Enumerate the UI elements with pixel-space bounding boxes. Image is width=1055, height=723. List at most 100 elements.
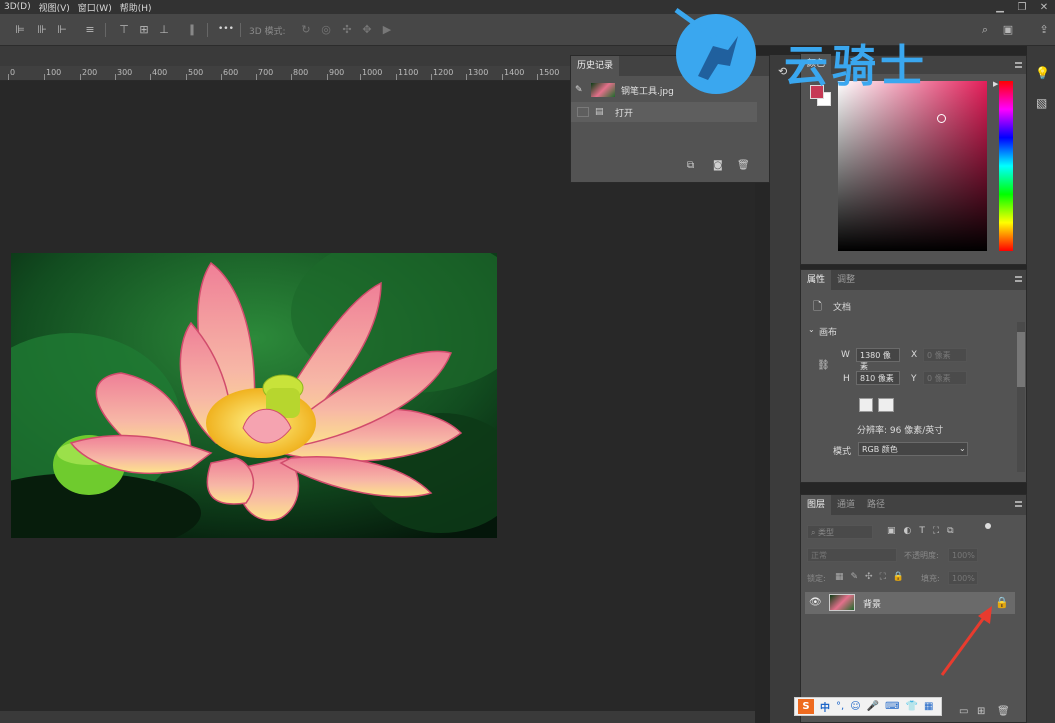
restore-icon[interactable]: ❐ [1011,2,1033,13]
search-icon[interactable]: ⌕ [979,24,991,36]
height-field[interactable]: 810 像素 [856,371,900,385]
tab-channels[interactable]: 通道 [831,495,861,515]
libraries-icon[interactable]: ▧ [1036,96,1047,110]
share-icon[interactable]: ⇪ [1038,24,1050,36]
panel-menu-icon[interactable] [1015,276,1022,282]
layer-filter-icons[interactable]: ▣◐T⛶⧉ [887,526,962,536]
camera-icon[interactable]: ◙ [713,160,723,171]
distribute-icon[interactable]: ≡ [84,24,96,36]
distribute-v-icon[interactable]: ∥ [186,24,198,36]
ruler-tick-mark [431,74,432,80]
camera-3d-icon[interactable]: ▶ [381,24,393,36]
align-center-icon[interactable]: ⊪ [36,24,48,36]
orbit-3d-icon[interactable]: ↻ [300,24,312,36]
history-snapshot[interactable]: ✎ 钢笔工具.jpg [571,80,757,100]
ruler-tick: 0 [10,68,16,77]
properties-panel: 属性 调整 🗋 文档 ⌄ 画布 W 1380 像素 X 0 像素 ⛓ H 810… [800,269,1027,483]
align-bottom-icon[interactable]: ⊥ [158,24,170,36]
trash-icon[interactable]: 🗑 [997,706,1010,717]
trash-icon[interactable]: 🗑 [737,160,750,171]
opacity-label: 不透明度: [904,551,939,560]
red-arrow-annotation [940,606,992,676]
keyboard-icon[interactable]: ⌨ [885,701,899,712]
tab-properties[interactable]: 属性 [801,270,832,290]
tab-paths[interactable]: 路径 [861,495,891,515]
hue-pointer-icon[interactable]: ▶ [993,80,998,88]
lock-label: 锁定: [807,574,826,583]
layer-name[interactable]: 背景 [863,597,881,610]
history-step-open[interactable]: ▤ 打开 [571,102,757,122]
fill-field[interactable]: 100% [948,571,978,585]
punctuation-icon[interactable]: °, [836,701,844,712]
color-spectrum-field[interactable] [838,81,987,251]
foreground-color-swatch[interactable] [810,85,824,99]
pan-3d-icon[interactable]: ✣ [341,24,353,36]
align-left-icon[interactable]: ⊫ [14,24,26,36]
ruler-tick-mark [327,74,328,80]
chevron-down-icon[interactable]: ⌄ [808,325,815,334]
minimize-icon[interactable]: ▁ [989,2,1011,13]
panel-menu-icon[interactable] [1015,62,1022,68]
toolbox-icon[interactable]: ▦ [924,701,933,712]
more-options[interactable]: ••• [218,24,234,34]
menu-3d[interactable]: 3D(D) [0,2,35,12]
slide-3d-icon[interactable]: ✥ [361,24,373,36]
tab-layers[interactable]: 图层 [801,495,832,515]
emoji-icon[interactable]: ☺ [850,701,860,712]
hue-slider[interactable] [999,81,1013,251]
history-toggle-icon[interactable]: ⟲ [778,65,787,78]
canvas-section-title[interactable]: 画布 [819,325,837,338]
ime-toolbar: S 中 °, ☺ 🎤 ⌨ 👕 ▦ [794,697,942,716]
properties-scrollbar[interactable] [1017,322,1025,472]
ruler-tick-mark [44,74,45,80]
eye-icon[interactable]: 👁 [809,597,822,608]
align-right-icon[interactable]: ⊩ [56,24,68,36]
tab-adjustments[interactable]: 调整 [831,270,861,290]
chevron-down-icon[interactable]: ⌄ [959,444,966,453]
portrait-orientation-icon[interactable] [859,398,873,412]
learn-icon[interactable]: 💡 [1035,66,1050,80]
panel-menu-icon[interactable] [1015,501,1022,507]
sogou-logo-icon[interactable]: S [798,699,814,714]
tab-color[interactable]: 颜色 [801,54,832,74]
skin-icon[interactable]: 👕 [906,701,918,712]
ruler-tick-mark [221,74,222,80]
checkbox[interactable] [577,107,589,117]
ruler-tick-mark [396,74,397,80]
lock-icons[interactable]: ▦✎✣⛶🔒 [835,572,911,582]
width-field[interactable]: 1380 像素 [856,348,900,371]
ruler-tick: 500 [188,68,204,77]
menu-help[interactable]: 帮助(H) [116,1,156,14]
align-middle-icon[interactable]: ⊞ [138,24,150,36]
menu-bar: 3D(D) 视图(V) 窗口(W) 帮助(H) ▁ ❐ ✕ [0,0,1055,14]
ruler-tick: 1300 [468,68,489,77]
document-icon: 🗋 [813,300,822,313]
x-field[interactable]: 0 像素 [923,348,967,362]
menu-view[interactable]: 视图(V) [35,1,74,14]
y-field[interactable]: 0 像素 [923,371,967,385]
opacity-field[interactable]: 100% [948,548,978,562]
document-image[interactable] [11,253,497,538]
layer-thumbnail [829,594,855,611]
link-icon[interactable]: ⛓ [817,360,830,371]
ime-mode-toggle[interactable]: 中 [820,699,830,714]
ruler-tick: 200 [82,68,98,77]
ruler-tick: 1400 [504,68,525,77]
new-layer-icon[interactable]: ⊞ [977,706,985,717]
new-document-from-state-icon[interactable]: ⧉ [687,160,694,171]
new-group-icon[interactable]: ▭ [959,706,968,717]
tab-history[interactable]: 历史记录 [571,56,620,76]
microphone-icon[interactable]: 🎤 [867,701,879,712]
roll-3d-icon[interactable]: ◎ [320,24,332,36]
color-picker-cursor[interactable] [937,114,946,123]
layer-filter-select[interactable]: ⌕ 类型 [807,525,873,539]
filter-toggle-icon[interactable] [985,523,991,529]
ruler-tick: 600 [223,68,239,77]
landscape-orientation-icon[interactable] [878,398,894,412]
close-icon[interactable]: ✕ [1033,2,1055,13]
align-top-icon[interactable]: ⊤ [118,24,130,36]
color-mode-select[interactable]: RGB 颜色 [858,442,968,456]
blend-mode-select[interactable]: 正常 [807,548,897,562]
workspace-icon[interactable]: ▣ [1002,24,1014,36]
menu-window[interactable]: 窗口(W) [74,1,116,14]
